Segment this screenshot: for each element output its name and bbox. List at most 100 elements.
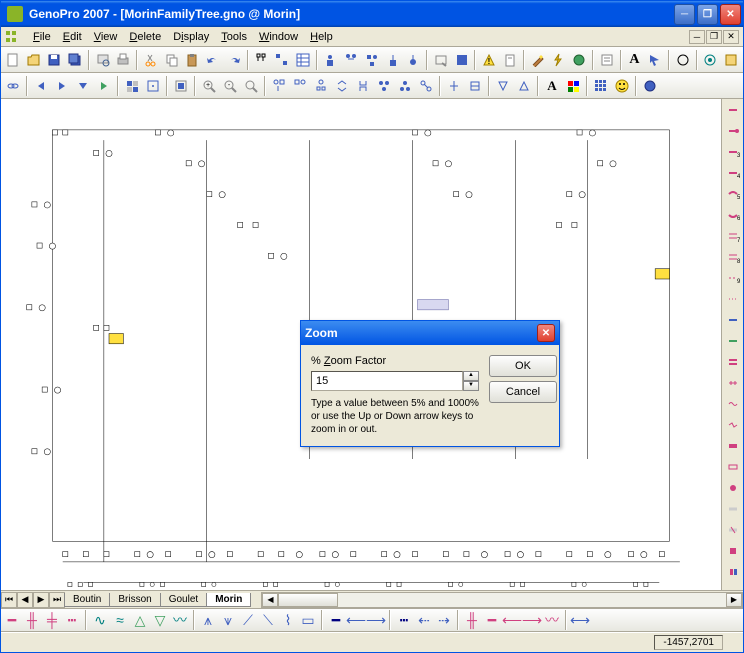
rel-d-navy-icon[interactable]: ┅: [395, 611, 413, 629]
sidebar-tool-p[interactable]: [723, 478, 743, 498]
rel-zig1-icon[interactable]: ⩚: [199, 611, 217, 629]
hyperlink-icon[interactable]: [701, 50, 721, 70]
new-button[interactable]: [3, 50, 23, 70]
sidebar-tool-f[interactable]: [723, 562, 743, 582]
rel-solid-icon[interactable]: ━: [3, 611, 21, 629]
sidebar-tool-i[interactable]: [723, 436, 743, 456]
mdi-restore[interactable]: ❐: [706, 30, 722, 44]
zoom-fit-icon[interactable]: [241, 76, 261, 96]
problems-icon[interactable]: !: [479, 50, 499, 70]
tree-tool-11[interactable]: [493, 76, 513, 96]
rel-pink2-icon[interactable]: ━: [483, 611, 501, 629]
redo-button[interactable]: [224, 50, 244, 70]
link-icon[interactable]: [3, 76, 23, 96]
menu-view[interactable]: View: [88, 29, 124, 45]
sidebar-tool-t[interactable]: [723, 373, 743, 393]
undo-button[interactable]: [203, 50, 223, 70]
scroll-thumb[interactable]: [278, 593, 338, 607]
rel-zig3-icon[interactable]: ⟋: [239, 611, 257, 629]
help-icon2[interactable]: [721, 50, 741, 70]
move-right-icon[interactable]: [52, 76, 72, 96]
wizard-icon[interactable]: [528, 50, 548, 70]
tree-tool-2[interactable]: [290, 76, 310, 96]
rel-wave2-icon[interactable]: ≈: [111, 611, 129, 629]
cut-button[interactable]: [141, 50, 161, 70]
tree-tool-1[interactable]: [269, 76, 289, 96]
menu-file[interactable]: File: [27, 29, 57, 45]
minimize-button[interactable]: ─: [674, 4, 695, 25]
tab-boutin[interactable]: Boutin: [64, 593, 110, 607]
sidebar-tool-s[interactable]: [723, 520, 743, 540]
print-button[interactable]: [113, 50, 133, 70]
globe-icon[interactable]: [569, 50, 589, 70]
tree-tool-12[interactable]: [514, 76, 534, 96]
tab-nav-first[interactable]: ⏮: [1, 592, 17, 608]
zoom-out-icon[interactable]: -: [220, 76, 240, 96]
rel-pink3-icon[interactable]: ⟵: [503, 611, 521, 629]
menu-delete[interactable]: Delete: [123, 29, 167, 45]
font-icon[interactable]: A: [542, 76, 562, 96]
move-down-icon[interactable]: [73, 76, 93, 96]
tab-nav-prev[interactable]: ◀: [17, 592, 33, 608]
menu-help[interactable]: Help: [304, 29, 339, 45]
dialog-close-button[interactable]: ✕: [537, 324, 555, 342]
mdi-minimize[interactable]: ─: [689, 30, 705, 44]
rel-zig2-icon[interactable]: ⩛: [219, 611, 237, 629]
daughter-icon[interactable]: [403, 50, 423, 70]
sidebar-tool-5[interactable]: 5: [723, 184, 743, 204]
rel-zig4-icon[interactable]: ⟍: [259, 611, 277, 629]
move-left-icon[interactable]: [31, 76, 51, 96]
grid-view-icon[interactable]: [591, 76, 611, 96]
properties-icon[interactable]: [597, 50, 617, 70]
sidebar-tool-3[interactable]: 3: [723, 142, 743, 162]
scroll-right-button[interactable]: ▶: [726, 593, 742, 607]
maximize-button[interactable]: ❐: [697, 4, 718, 25]
tab-morin[interactable]: Morin: [206, 593, 251, 607]
sidebar-tool-a[interactable]: [723, 499, 743, 519]
rel-tri1-icon[interactable]: △: [131, 611, 149, 629]
color-box-icon[interactable]: [452, 50, 472, 70]
sidebar-tool-4[interactable]: 4: [723, 163, 743, 183]
sidebar-tool-y[interactable]: [723, 394, 743, 414]
grid-toggle-icon[interactable]: [122, 76, 142, 96]
rel-pink5-icon[interactable]: 〰: [543, 611, 561, 629]
smiley-icon[interactable]: [612, 76, 632, 96]
close-button[interactable]: ✕: [720, 4, 741, 25]
rel-wave1-icon[interactable]: ∿: [91, 611, 109, 629]
tree-tool-9[interactable]: [444, 76, 464, 96]
print-preview-button[interactable]: [93, 50, 113, 70]
arrow-icon[interactable]: [645, 50, 665, 70]
autoarrange-icon[interactable]: [272, 50, 292, 70]
tree-tool-4[interactable]: [332, 76, 352, 96]
text-icon[interactable]: A: [625, 50, 645, 70]
rel-box-icon[interactable]: ▭: [299, 611, 317, 629]
sidebar-tool-r[interactable]: [723, 352, 743, 372]
save-button[interactable]: [44, 50, 64, 70]
parents-icon[interactable]: [362, 50, 382, 70]
copy-button[interactable]: [162, 50, 182, 70]
titlebar[interactable]: GenoPro 2007 - [MorinFamilyTree.gno @ Mo…: [1, 1, 743, 27]
tree-tool-10[interactable]: [465, 76, 485, 96]
tree-tool-7[interactable]: [395, 76, 415, 96]
sidebar-tool-1[interactable]: [723, 100, 743, 120]
tab-goulet[interactable]: Goulet: [160, 593, 207, 607]
sidebar-tool-w[interactable]: [723, 310, 743, 330]
scroll-left-button[interactable]: ◀: [262, 593, 278, 607]
rel-navy-icon[interactable]: ━: [327, 611, 345, 629]
tab-nav-next[interactable]: ▶: [33, 592, 49, 608]
ok-button[interactable]: OK: [489, 355, 557, 377]
mdi-close[interactable]: ✕: [723, 30, 739, 44]
sidebar-tool-7[interactable]: 7: [723, 226, 743, 246]
shape-circle-icon[interactable]: [673, 50, 693, 70]
sidebar-tool-d[interactable]: [723, 541, 743, 561]
sidebar-tool-9[interactable]: 9: [723, 268, 743, 288]
cancel-button[interactable]: Cancel: [489, 381, 557, 403]
rel-break1-icon[interactable]: ╫: [23, 611, 41, 629]
rel-tri2-icon[interactable]: ▽: [151, 611, 169, 629]
son-icon[interactable]: [383, 50, 403, 70]
rel-dashed-icon[interactable]: ┅: [63, 611, 81, 629]
dialog-titlebar[interactable]: Zoom ✕: [301, 321, 559, 345]
tab-brisson[interactable]: Brisson: [109, 593, 160, 607]
paste-button[interactable]: [183, 50, 203, 70]
move-ext-icon[interactable]: [94, 76, 114, 96]
